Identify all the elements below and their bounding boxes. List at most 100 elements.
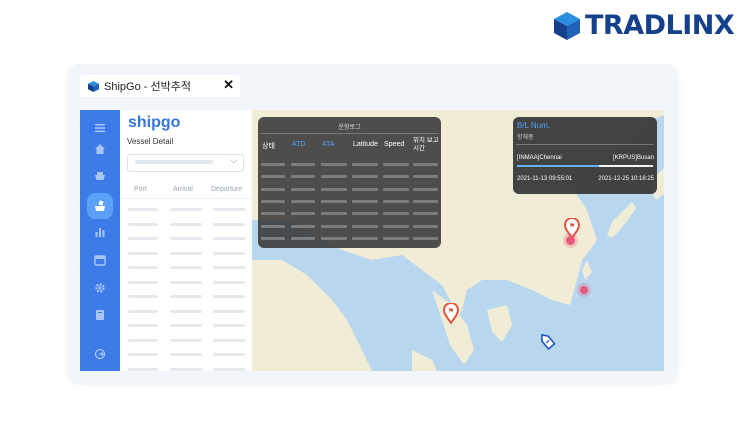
col-speed: Speed [384,141,405,148]
bl-departure-time: 2021-11-13 09:55:01 [517,176,573,182]
placeholder-cell [213,251,245,255]
waypoint-marker[interactable] [566,236,575,245]
placeholder-cell [383,236,409,240]
vessel-panel: shipgo Vessel Detail ⌵ Port Arrival Depa… [120,110,252,371]
select-placeholder [135,160,213,164]
bl-arrival-time: 2021-12-25 10:18:25 [598,176,654,182]
placeholder-cell [352,224,378,228]
col-report-time: 위치 보고시간 [413,137,439,152]
placeholder-cell [321,236,347,240]
ship-icon [95,172,105,180]
placeholder-cell [128,266,158,269]
book-icon[interactable] [88,303,112,327]
gear-icon[interactable] [88,276,112,300]
bl-card[interactable]: B/L Num. 항해중 [INMAA]Chennai [KRPUS]Busan… [513,117,657,194]
divider [120,198,252,199]
placeholder-cell [170,222,202,226]
col-arrival: Arrival [173,186,193,193]
placeholder-cell [413,236,438,240]
placeholder-cell [213,266,245,269]
placeholder-cell [291,199,315,203]
placeholder-cell [170,208,202,211]
placeholder-cell [170,251,202,255]
placeholder-cell [170,338,202,342]
voyage-log-panel: 운항로그 상태 ATD ATA Latitude Speed 위치 보고시간 [258,117,441,248]
tradlinx-logo: TRADLINX [552,10,737,42]
placeholder-cell [352,199,378,203]
sidebar [80,110,120,371]
vessel-select[interactable]: ⌵ [127,154,244,172]
bl-progress-fill [517,165,599,167]
placeholder-cell [261,212,285,216]
placeholder-cell [321,175,347,179]
tracking-icon[interactable] [87,193,113,219]
browser-tab[interactable]: ShipGo - 선박추적 ✕ [80,75,240,97]
bl-status: 항해중 [517,135,534,141]
placeholder-cell [128,280,158,284]
placeholder-cell [170,237,202,240]
col-ata: ATA [322,141,335,148]
placeholder-cell [383,212,409,216]
placeholder-cell [261,224,285,228]
placeholder-cell [413,163,438,166]
placeholder-cell [128,309,158,313]
home-icon[interactable] [88,137,112,161]
placeholder-cell [213,237,245,240]
close-icon[interactable]: ✕ [223,77,234,93]
placeholder-cell [291,187,315,191]
vessel-marker[interactable] [538,332,556,351]
placeholder-cell [261,199,285,203]
logout-icon[interactable] [88,342,112,366]
placeholder-cell [170,295,202,298]
menu-icon [95,124,105,133]
app-window: ⚑ ⚑ 운항로그 상태 ATD ATA Latitude Speed 위치 보고… [80,110,664,371]
placeholder-cell [128,222,158,226]
placeholder-cell [352,175,378,179]
placeholder-cell [352,187,378,191]
placeholder-cell [170,266,202,269]
col-status: 상태 [262,143,275,150]
placeholder-cell [261,236,285,240]
home-icon [95,144,105,154]
placeholder-cell [261,163,285,166]
shipgo-logo: shipgo [128,114,181,131]
tradlinx-cube-icon [554,12,580,40]
logo-text: TRADLINX [585,10,735,41]
divider [516,144,654,145]
vessel-icon [541,333,556,351]
tracking-icon [95,200,105,211]
placeholder-cell [213,367,245,371]
placeholder-cell [213,295,245,298]
placeholder-cell [383,163,409,166]
placeholder-cell [321,224,347,228]
voyage-log-title: 운항로그 [338,125,361,131]
placeholder-cell [291,175,315,179]
col-port: Port [134,186,147,193]
placeholder-cell [413,187,438,191]
placeholder-cell [213,338,245,342]
placeholder-cell [170,324,202,327]
location-pin-icon: ⚑ [442,302,460,325]
placeholder-cell [128,237,158,240]
placeholder-cell [352,236,378,240]
calendar-icon[interactable] [88,248,112,272]
placeholder-cell [128,338,158,342]
placeholder-cell [213,222,245,226]
placeholder-cell [291,212,315,216]
placeholder-cell [170,280,202,284]
placeholder-cell [413,175,438,179]
ship-icon[interactable] [88,164,112,188]
placeholder-cell [413,212,438,216]
placeholder-cell [291,236,315,240]
col-departure: Departure [211,186,243,193]
chart-icon[interactable] [88,220,112,244]
placeholder-cell [213,324,245,327]
chart-icon [95,228,105,237]
waypoint-marker[interactable] [580,286,588,294]
placeholder-cell [413,224,438,228]
svg-text:⚑: ⚑ [448,307,454,315]
panel-title: Vessel Detail [127,137,174,146]
port-pin-chennai[interactable]: ⚑ [442,302,460,325]
placeholder-cell [291,163,315,166]
divider [260,133,439,134]
